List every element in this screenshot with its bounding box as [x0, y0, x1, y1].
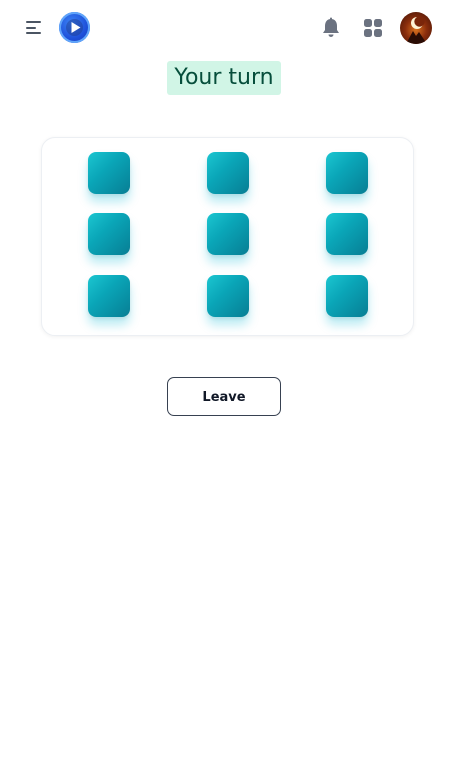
board-cell-2-2[interactable]	[207, 213, 249, 255]
leave-button[interactable]: Leave	[167, 377, 281, 416]
board-cell-2-3[interactable]	[326, 213, 368, 255]
menu-icon[interactable]	[24, 18, 44, 38]
board-cell-1-2[interactable]	[207, 152, 249, 194]
play-logo-icon[interactable]	[59, 12, 90, 43]
board-cell-1-1[interactable]	[88, 152, 130, 194]
user-avatar[interactable]	[400, 12, 432, 44]
board-cell-2-1[interactable]	[88, 213, 130, 255]
game-board	[41, 137, 414, 336]
board-cell-1-3[interactable]	[326, 152, 368, 194]
game-page: Your turn Leave	[0, 0, 455, 760]
board-cell-3-3[interactable]	[326, 275, 368, 317]
board-cell-3-1[interactable]	[88, 275, 130, 317]
board-cell-3-2[interactable]	[207, 275, 249, 317]
turn-status-badge: Your turn	[167, 61, 281, 95]
bell-icon[interactable]	[321, 17, 341, 39]
apps-grid-icon[interactable]	[363, 18, 383, 38]
